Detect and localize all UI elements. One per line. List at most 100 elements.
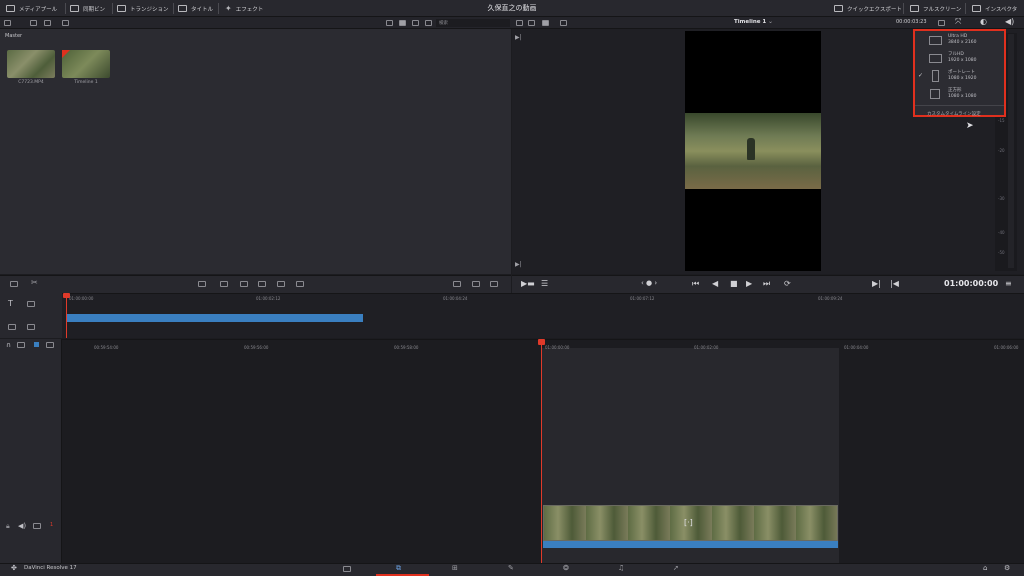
sort-icon[interactable]	[62, 20, 69, 26]
inspector-button[interactable]: インスペクタ	[972, 0, 1017, 17]
titles-button[interactable]: タイトル	[178, 0, 213, 17]
clip-thumbnail[interactable]	[7, 50, 55, 78]
edit-page-icon[interactable]: ⊞	[452, 564, 458, 572]
append-icon[interactable]	[220, 281, 228, 287]
stop-icon[interactable]: ■	[730, 279, 738, 288]
link-icon[interactable]	[17, 342, 25, 348]
sync-bin-button[interactable]: 同期ビン	[70, 0, 105, 17]
app-name: DaVinci Resolve 17	[24, 565, 77, 571]
skip-start-icon[interactable]: ⏮	[692, 279, 699, 289]
meter-bar	[1008, 34, 1014, 268]
import-icon[interactable]	[10, 281, 18, 287]
title-tool-icon[interactable]: T	[8, 299, 13, 308]
resolution-option-fullhd[interactable]: フルHD 1920 x 1080	[915, 49, 1004, 67]
menu-icon[interactable]: ≡	[1005, 279, 1012, 288]
thumbnail-view-icon[interactable]	[399, 20, 406, 26]
fusion-page-icon[interactable]: ✎	[508, 564, 514, 572]
snap-icon[interactable]: ∩	[6, 341, 11, 349]
search-input[interactable]: 検索	[436, 19, 510, 27]
resolution-option-ultrahd[interactable]: Ultra HD 3840 x 2160	[915, 31, 1004, 49]
next-clip-icon[interactable]: ▶|	[515, 34, 522, 41]
transitions-button[interactable]: トランジション	[117, 0, 169, 17]
jog-control[interactable]: ‹ ● ›	[641, 279, 657, 287]
smart-insert-icon[interactable]	[198, 281, 206, 287]
resolution-dropdown: Ultra HD 3840 x 2160 フルHD 1920 x 1080 ✓ ポー…	[913, 29, 1006, 117]
check-icon: ✓	[918, 72, 924, 79]
viewer-mode-icon[interactable]	[528, 20, 535, 26]
bin-list-icon[interactable]	[30, 20, 37, 26]
effects-button[interactable]: ✦ エフェクト	[225, 0, 263, 17]
place-on-top-icon[interactable]	[277, 281, 285, 287]
loop-icon[interactable]: ⟳	[784, 279, 791, 288]
timeline-overview-clip[interactable]	[67, 314, 363, 322]
custom-timeline-settings[interactable]: カスタムタイムライン設定	[915, 105, 1004, 117]
active-page-indicator	[376, 563, 429, 576]
titles-icon	[178, 5, 187, 12]
resolution-option-square[interactable]: 正方形 1080 x 1080	[915, 85, 1004, 103]
flag-icon[interactable]	[46, 342, 54, 348]
settings-icon[interactable]: ☰	[541, 279, 548, 288]
media-pool-button[interactable]: メディアプール	[6, 0, 57, 17]
skip-end-icon[interactable]: ⏭	[763, 279, 770, 289]
list-view-icon[interactable]	[412, 20, 419, 26]
deliver-page-icon[interactable]: ➚	[673, 564, 679, 572]
marker-icon[interactable]	[34, 342, 39, 347]
safe-area-icon[interactable]	[560, 20, 567, 26]
ruler-tick: 01:00:04:00	[844, 345, 869, 350]
view-icon[interactable]	[386, 20, 393, 26]
gear-icon[interactable]: ⚙	[1004, 564, 1010, 572]
ripple-overwrite-icon[interactable]	[240, 281, 248, 287]
volume-icon[interactable]: ◀)	[1005, 17, 1014, 26]
audio-clip[interactable]	[543, 541, 838, 548]
prev-edit-icon[interactable]: |◀	[890, 279, 899, 288]
tool-icon[interactable]	[27, 301, 35, 307]
next-edit-icon[interactable]: ▶|	[872, 279, 881, 288]
clip-label: C7723.MP4	[18, 80, 44, 85]
hiker-figure	[747, 138, 755, 160]
viewer-options-icon[interactable]: ▶▬	[521, 279, 535, 288]
playhead-line	[541, 343, 542, 563]
quick-export-button[interactable]: クイックエクスポート	[834, 0, 902, 17]
playhead-handle[interactable]	[63, 293, 70, 298]
fullscreen-button[interactable]: フルスクリーン	[910, 0, 961, 17]
bin-icon[interactable]	[44, 20, 51, 26]
divider	[218, 3, 219, 14]
source-overwrite-icon[interactable]	[296, 281, 304, 287]
play-reverse-icon[interactable]: ◀	[712, 279, 718, 288]
search-icon[interactable]	[425, 20, 432, 26]
ruler-tick: 01:00:06:00	[994, 345, 1019, 350]
viewer-mode-icon[interactable]	[542, 20, 549, 26]
overlay-icon[interactable]	[938, 20, 945, 26]
media-pool-icon	[6, 5, 15, 12]
layout-icon[interactable]	[472, 281, 480, 287]
prev-clip-icon[interactable]: ▶|	[515, 261, 522, 268]
ruler-tick: 01:00:00:00	[545, 345, 570, 350]
play-icon[interactable]: ▶	[746, 279, 752, 288]
fairlight-page-icon[interactable]: ♫	[618, 564, 624, 572]
track-visibility-icon[interactable]	[33, 523, 41, 529]
resolution-option-portrait[interactable]: ✓ ポートレート 1080 x 1920	[915, 67, 1004, 85]
divider	[965, 3, 966, 14]
tool-icon[interactable]	[27, 324, 35, 330]
playhead-handle[interactable]	[538, 339, 545, 345]
panel-toggle-icon[interactable]	[4, 20, 11, 26]
viewer-mode-icon[interactable]	[516, 20, 523, 26]
layout-icon[interactable]	[490, 281, 498, 287]
media-page-icon[interactable]	[343, 566, 351, 572]
layout-icon[interactable]	[453, 281, 461, 287]
divider	[112, 3, 113, 14]
tool-icon[interactable]	[8, 324, 16, 330]
chevron-down-icon[interactable]: ⌄	[768, 18, 773, 25]
close-up-icon[interactable]	[258, 281, 266, 287]
cut-page-icon[interactable]: ⧉	[396, 564, 401, 573]
home-icon[interactable]: ⌂	[983, 564, 987, 572]
timeline-name[interactable]: Timeline 1	[734, 19, 766, 25]
ruler-tick: 01:00:00:00	[69, 296, 94, 301]
cut-icon[interactable]: ✂	[31, 278, 38, 287]
meter-label: -30	[998, 196, 1005, 201]
speaker-icon[interactable]: ◀)	[18, 522, 26, 530]
resolution-menu-icon[interactable]: ⤧	[955, 17, 961, 27]
lock-icon[interactable]: 🔒︎	[6, 522, 10, 531]
audio-meter-icon[interactable]: ◐	[980, 17, 987, 26]
color-page-icon[interactable]: ❂	[563, 564, 569, 572]
